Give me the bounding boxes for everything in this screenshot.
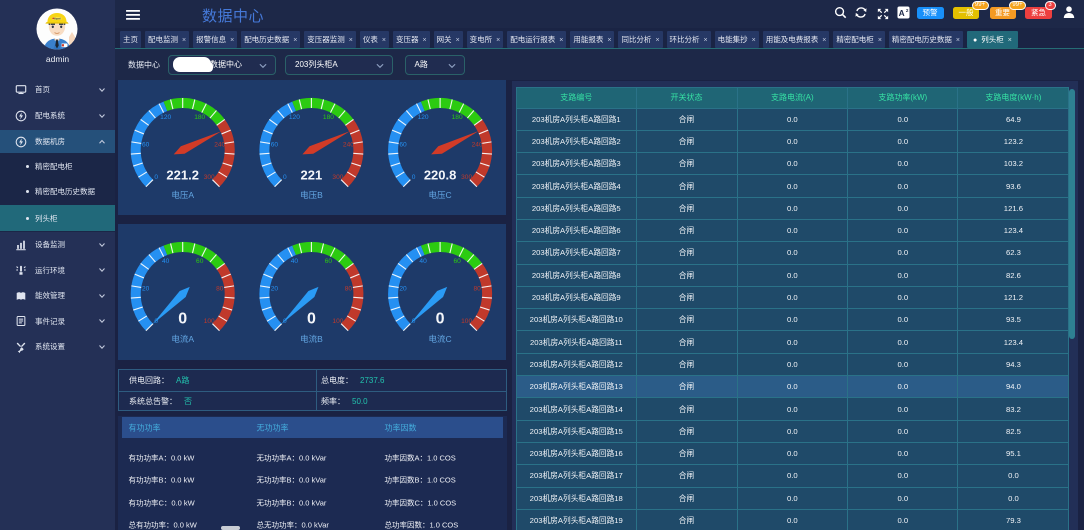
svg-text:300: 300 <box>204 174 215 181</box>
svg-text:40: 40 <box>291 258 299 265</box>
svg-text:电流C: 电流C <box>429 334 452 344</box>
svg-text:60: 60 <box>271 141 279 148</box>
svg-text:电流A: 电流A <box>171 334 194 344</box>
svg-text:120: 120 <box>289 114 300 121</box>
svg-text:电压A: 电压A <box>171 190 194 200</box>
svg-text:100: 100 <box>204 318 215 325</box>
svg-text:A: A <box>899 7 905 17</box>
svg-text:60: 60 <box>399 141 407 148</box>
svg-text:120: 120 <box>160 114 171 121</box>
svg-text:电压B: 电压B <box>300 190 323 200</box>
svg-text:80: 80 <box>345 285 353 292</box>
svg-text:180: 180 <box>323 114 334 121</box>
svg-text:2: 2 <box>906 8 909 13</box>
svg-text:20: 20 <box>271 285 279 292</box>
svg-text:电压C: 电压C <box>429 190 452 200</box>
svg-text:20: 20 <box>399 285 407 292</box>
svg-text:240: 240 <box>214 141 225 148</box>
svg-text:300: 300 <box>332 174 343 181</box>
svg-text:80: 80 <box>216 285 224 292</box>
svg-text:0: 0 <box>436 311 445 328</box>
svg-text:80: 80 <box>473 285 481 292</box>
svg-text:240: 240 <box>343 141 354 148</box>
svg-text:300: 300 <box>461 174 472 181</box>
svg-text:60: 60 <box>453 258 461 265</box>
svg-text:20: 20 <box>142 285 150 292</box>
svg-text:120: 120 <box>418 114 429 121</box>
svg-text:60: 60 <box>142 141 150 148</box>
svg-text:60: 60 <box>325 258 333 265</box>
svg-text:100: 100 <box>461 318 472 325</box>
svg-text:40: 40 <box>419 258 427 265</box>
svg-text:221.2: 221.2 <box>166 168 199 183</box>
svg-text:电流B: 电流B <box>300 334 323 344</box>
svg-text:220.8: 220.8 <box>424 168 457 183</box>
svg-text:0: 0 <box>307 311 316 328</box>
svg-text:0: 0 <box>412 174 416 181</box>
svg-text:221: 221 <box>301 168 323 183</box>
svg-text:60: 60 <box>196 258 204 265</box>
svg-text:100: 100 <box>332 318 343 325</box>
svg-text:0: 0 <box>283 174 287 181</box>
svg-text:180: 180 <box>194 114 205 121</box>
svg-text:40: 40 <box>162 258 170 265</box>
svg-text:0: 0 <box>178 311 187 328</box>
svg-text:240: 240 <box>472 141 483 148</box>
svg-text:0: 0 <box>154 174 158 181</box>
svg-text:180: 180 <box>452 114 463 121</box>
svg-text:Acrel: Acrel <box>54 17 61 21</box>
